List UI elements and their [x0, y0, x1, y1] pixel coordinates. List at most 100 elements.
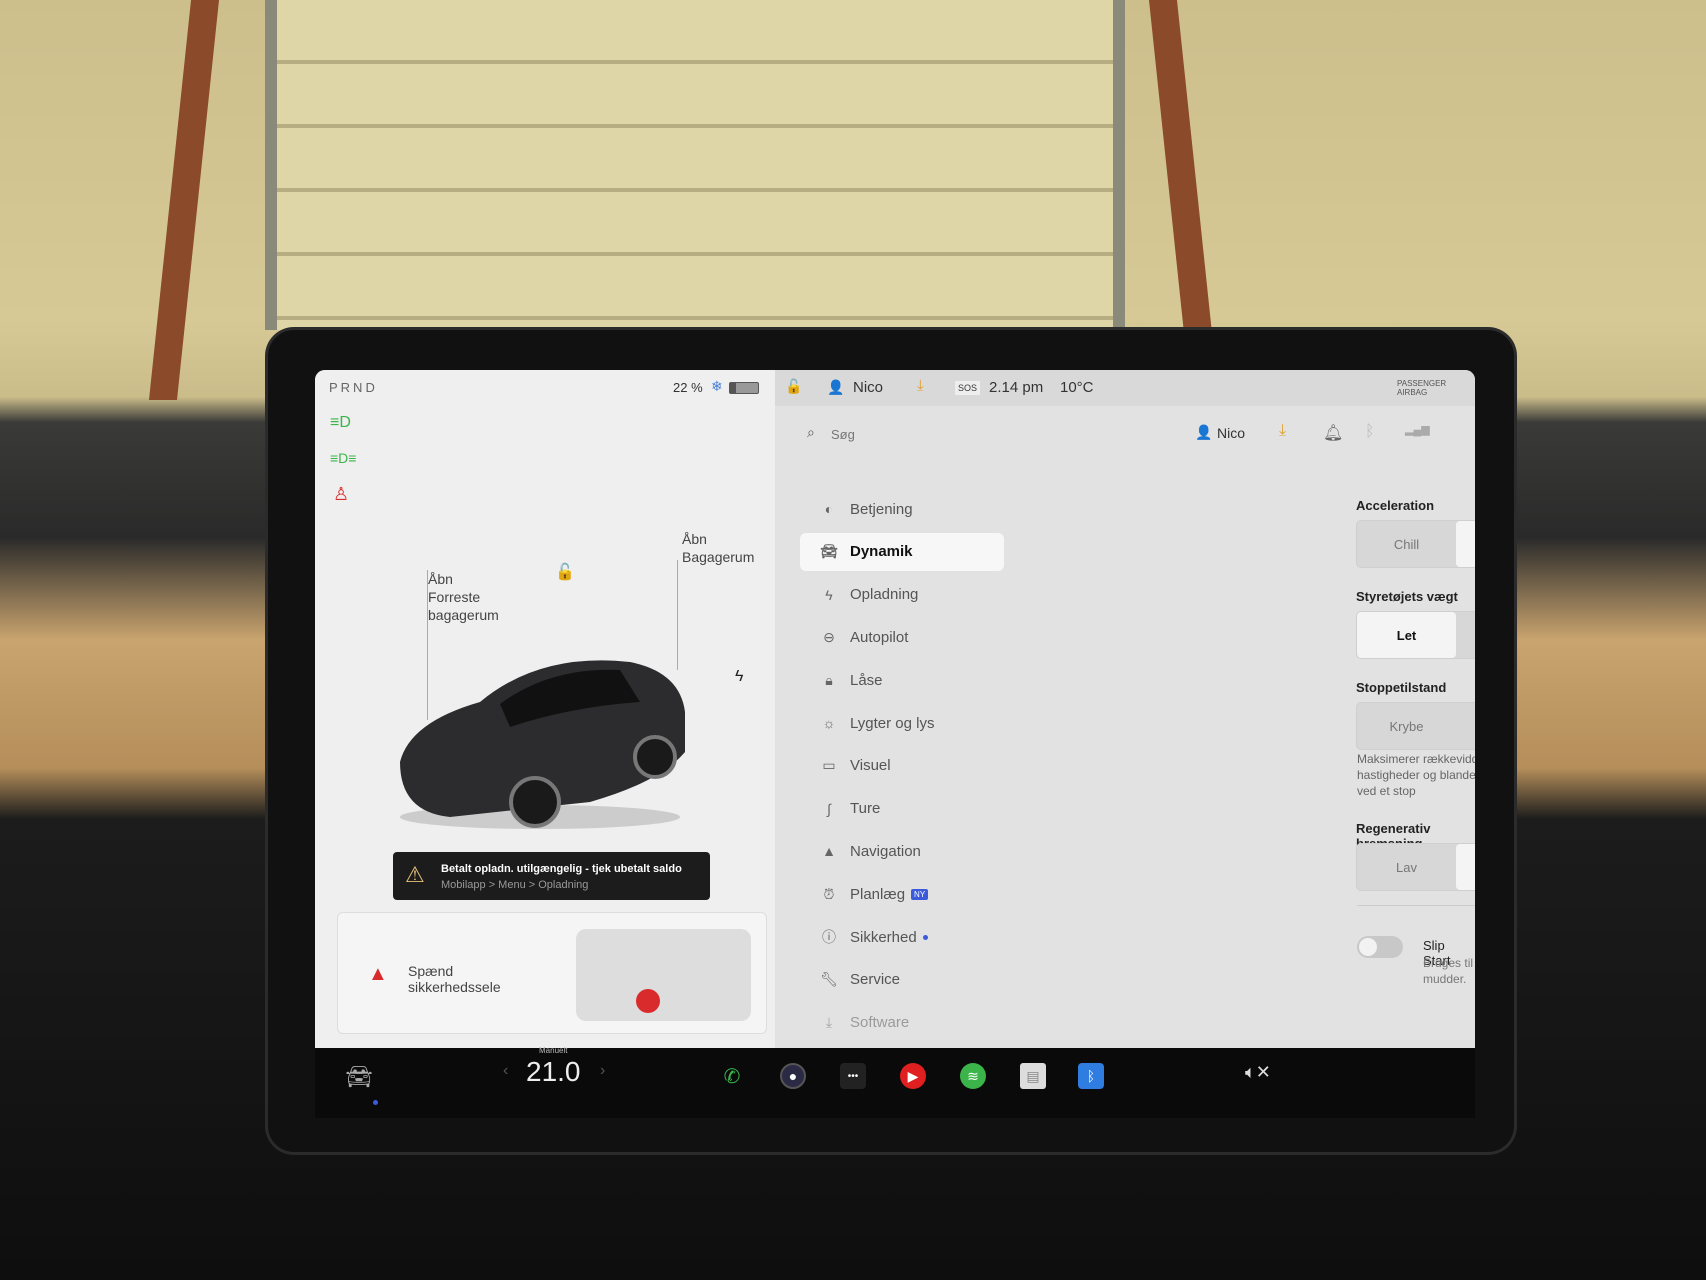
stop-mode-option-krybe[interactable]: Krybe	[1357, 703, 1456, 749]
gear-indicator: PRND	[329, 380, 378, 395]
trips-icon: ∫	[827, 800, 831, 817]
steering-option-standard[interactable]: Standard	[1456, 612, 1475, 658]
phone-icon[interactable]: ✆	[719, 1063, 745, 1089]
alarm-icon: ⏰︎	[823, 885, 835, 902]
menu-item-låse[interactable]: 🔒︎ Låse	[800, 661, 1004, 699]
menu-item-sikkerhed[interactable]: ⓘ Sikkerhed	[800, 918, 1004, 956]
alert-icon: ⓘ	[822, 929, 836, 945]
slip-start-toggle[interactable]	[1357, 936, 1403, 958]
menu-item-navigation[interactable]: ▲ Navigation	[800, 832, 1004, 870]
download-icon: ⤓	[825, 1014, 833, 1031]
battery-percent: 22 %	[673, 380, 703, 395]
open-frunk-button[interactable]: Åbn Forreste bagagerum	[428, 570, 499, 624]
acceleration-option-standard[interactable]: Standard	[1456, 521, 1475, 567]
acceleration-option-chill[interactable]: Chill	[1357, 521, 1456, 567]
cabin-temperature: 21.0	[526, 1056, 581, 1087]
menu-label: Visuel	[850, 757, 891, 775]
open-trunk-button[interactable]: Åbn Bagagerum	[682, 530, 754, 566]
download-icon[interactable]: ⤓	[917, 377, 924, 394]
menu-item-ture[interactable]: ∫ Ture	[800, 790, 1004, 828]
seatbelt-warning: Spænd sikkerhedssele	[408, 963, 501, 995]
warning-icon: ⚠	[405, 862, 425, 887]
menu-label: Navigation	[850, 842, 921, 860]
spotify-icon[interactable]: ≋	[960, 1063, 986, 1089]
profile-button[interactable]: Nico	[1217, 425, 1245, 441]
stop-mode-description: Maksimerer rækkevidden ved at udvide reg…	[1357, 752, 1475, 798]
user-icon: 👤	[827, 379, 845, 395]
menu-item-software[interactable]: ⤓ Software	[800, 1004, 1004, 1042]
wrench-icon: 🔧︎	[820, 971, 838, 988]
headlight-icon: ≡D	[330, 414, 351, 431]
temp-down-button[interactable]: ‹	[503, 1062, 508, 1080]
alert-title: Betalt opladn. utilgængelig - tjek ubeta…	[441, 863, 682, 875]
menu-item-lygter-og-lys[interactable]: ☼ Lygter og lys	[800, 704, 1004, 742]
bluetooth-icon[interactable]: ᛒ	[1365, 423, 1375, 441]
alert-path: Mobilapp > Menu > Opladning	[441, 879, 589, 891]
bolt-icon: ϟ	[825, 586, 833, 603]
menu-item-betjening[interactable]: ◐ Betjening	[800, 490, 1004, 528]
car-image	[390, 642, 690, 832]
calendar-icon[interactable]: ▤	[1020, 1063, 1046, 1089]
passenger-airbag-indicator: PASSENGER AIRBAG	[1397, 379, 1447, 397]
unlock-icon[interactable]: 🔓	[555, 562, 575, 582]
menu-item-opladning[interactable]: ϟ Opladning	[800, 576, 1004, 614]
temp-up-button[interactable]: ›	[600, 1062, 605, 1080]
seat-diagram	[576, 929, 751, 1021]
download-icon[interactable]: ⤓	[1279, 422, 1286, 440]
menu-label: Lygter og lys	[850, 714, 935, 732]
menu-label: Planlæg	[850, 885, 906, 903]
seatbelt-unbuckled-icon	[636, 989, 660, 1013]
search-input[interactable]	[831, 422, 1131, 446]
menu-label: Service	[850, 971, 901, 989]
steering-label: Styretøjets vægt	[1356, 589, 1458, 604]
light-icon: ☼	[822, 715, 836, 731]
regen-option-standard[interactable]: Standard	[1456, 844, 1475, 890]
search-icon: ⌕	[807, 424, 815, 440]
menu-label: Låse	[850, 671, 883, 689]
sos-button[interactable]: SOS	[955, 381, 981, 395]
notification-dot	[922, 934, 928, 940]
youtube-music-icon[interactable]: ▶	[900, 1063, 926, 1089]
bluetooth-icon[interactable]: ᛒ	[1078, 1063, 1104, 1089]
mute-volume-icon[interactable]: 🔈︎✕	[1245, 1062, 1271, 1083]
touchscreen: PRND 22 % ❄ ≡D ≡D≡ ♙ Åbn Forreste bagage…	[315, 370, 1475, 1048]
regen-selector: LavStandard	[1356, 843, 1475, 891]
charge-port-icon[interactable]: ϟ	[735, 668, 743, 686]
clock: 2.14 pm	[989, 379, 1044, 396]
garage-beam	[148, 0, 220, 400]
steering-option-let[interactable]: Let	[1357, 612, 1456, 658]
stop-mode-option-roll[interactable]: Roll	[1456, 703, 1475, 749]
menu-label: Software	[850, 1014, 910, 1032]
battery-icon	[729, 382, 759, 394]
menu-item-dynamik[interactable]: 🚘︎ Dynamik	[800, 532, 1004, 571]
more-apps-icon[interactable]: •••	[840, 1063, 866, 1089]
charging-alert[interactable]: ⚠ Betalt opladn. utilgængelig - tjek ube…	[393, 852, 710, 900]
camera-icon[interactable]: ●	[780, 1063, 806, 1089]
steering-selector: LetStandardTung	[1356, 611, 1475, 659]
regen-option-lav[interactable]: Lav	[1357, 844, 1456, 890]
status-bar: 🔓 👤 Nico ⤓ SOS 2.14 pm 10°C PASSENGER AI…	[775, 370, 1475, 406]
menu-item-autopilot[interactable]: ⊖ Autopilot	[800, 618, 1004, 656]
menu-label: Betjening	[850, 500, 913, 518]
car-panel: PRND 22 % ❄ ≡D ≡D≡ ♙ Åbn Forreste bagage…	[315, 370, 775, 1048]
signal-icon: ▂▄▆	[1405, 424, 1430, 436]
lock-icon: 🔒︎	[825, 671, 833, 688]
fog-light-icon: ≡D≡	[330, 450, 357, 466]
lock-icon[interactable]: 🔓	[785, 378, 802, 395]
climate-mode: Manuelt	[539, 1046, 568, 1055]
settings-panel: 🔓 👤 Nico ⤓ SOS 2.14 pm 10°C PASSENGER AI…	[775, 370, 1475, 1048]
bell-icon[interactable]: 🔔︎	[1323, 423, 1343, 443]
garage-door	[265, 0, 1125, 330]
stop-mode-selector: KrybeRollHold	[1356, 702, 1475, 750]
menu-item-visuel[interactable]: ▭ Visuel	[800, 747, 1004, 785]
warning-icon: ▲	[368, 963, 388, 985]
user-name[interactable]: Nico	[853, 379, 883, 396]
bottom-dock: 🚘︎ Manuelt ‹ 21.0 › ✆ ● ••• ▶ ≋ ▤ ᛒ 🔈︎✕	[315, 1046, 1475, 1118]
menu-item-planlæg[interactable]: ⏰︎ Planlæg NY	[800, 875, 1004, 913]
car-icon[interactable]: 🚘︎	[345, 1064, 373, 1090]
menu-item-service[interactable]: 🔧︎ Service	[800, 961, 1004, 999]
divider	[1357, 905, 1475, 906]
acceleration-label: Acceleration	[1356, 498, 1435, 513]
menu-label: Ture	[850, 800, 881, 818]
navigation-icon: ▲	[822, 843, 836, 860]
